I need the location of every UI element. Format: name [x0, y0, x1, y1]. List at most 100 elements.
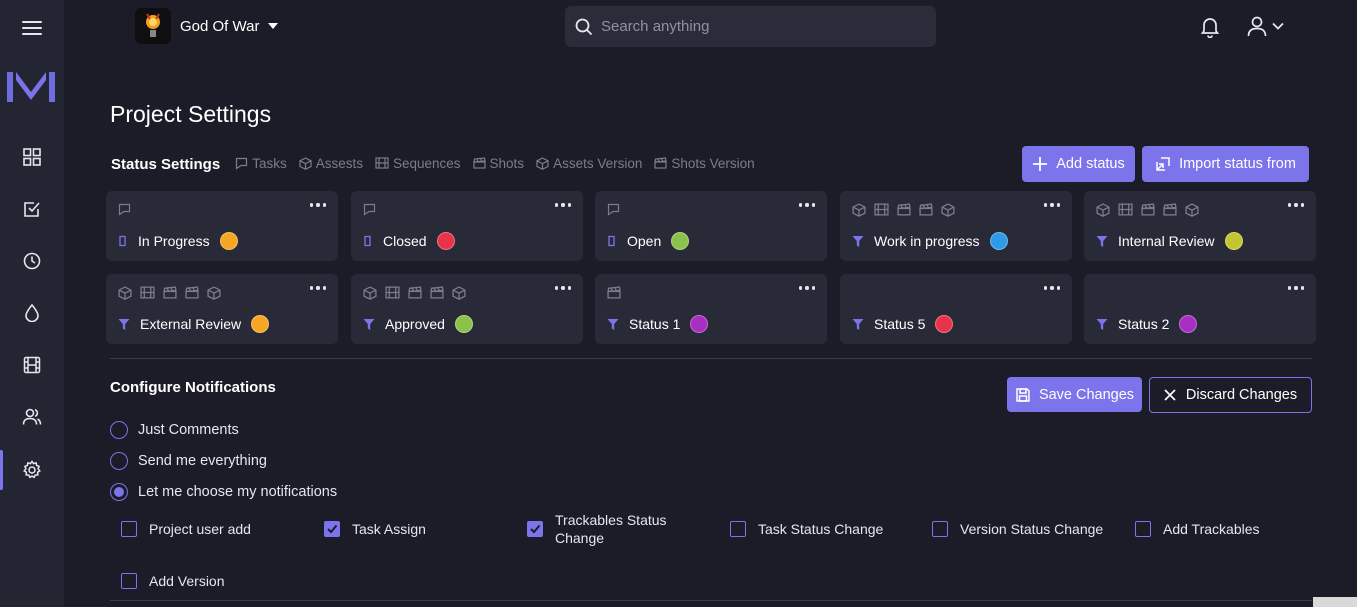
- add-status-label: Add status: [1056, 156, 1125, 172]
- tab-sequences[interactable]: Sequences: [375, 156, 461, 171]
- notification-checkbox-item[interactable]: Add Version: [121, 572, 225, 590]
- sequence-film-icon: [385, 286, 400, 299]
- status-settings-header: Status Settings Tasks Assests Sequences …: [111, 152, 767, 174]
- checkbox[interactable]: [324, 521, 340, 537]
- status-scope-icons: [118, 203, 131, 216]
- shot-clapper-icon: [1163, 203, 1177, 216]
- radio-label: Just Comments: [138, 422, 239, 438]
- radio-button[interactable]: [110, 421, 128, 439]
- more-options-icon[interactable]: [1288, 202, 1304, 208]
- more-options-icon[interactable]: [1044, 202, 1060, 208]
- project-switcher[interactable]: God Of War: [135, 8, 279, 44]
- tasks-checkbox-icon[interactable]: [0, 189, 64, 229]
- tab-assets[interactable]: Assests: [299, 156, 363, 171]
- more-options-icon[interactable]: [555, 202, 571, 208]
- asset-cube-icon: [363, 286, 377, 300]
- tab-assets-version[interactable]: Assets Version: [536, 156, 642, 171]
- more-options-icon[interactable]: [1044, 285, 1060, 291]
- search-icon: [575, 18, 593, 35]
- status-card[interactable]: Status 2: [1084, 274, 1316, 344]
- status-scope-icons: [607, 286, 621, 299]
- more-options-icon[interactable]: [799, 285, 815, 291]
- tab-shots-version[interactable]: Shots Version: [654, 155, 755, 171]
- checkbox[interactable]: [730, 521, 746, 537]
- status-row: External Review: [118, 315, 270, 333]
- dashboard-grid-icon[interactable]: [0, 137, 64, 177]
- app-logo[interactable]: [7, 70, 55, 104]
- discard-changes-button[interactable]: Discard Changes: [1149, 377, 1312, 413]
- tab-label: Assests: [315, 155, 363, 171]
- search-input[interactable]: [599, 17, 923, 36]
- user-menu[interactable]: [1246, 14, 1288, 38]
- filter-funnel-icon: [607, 318, 619, 330]
- checkbox[interactable]: [527, 521, 543, 537]
- shot-clapper-icon: [408, 286, 422, 299]
- settings-gear-icon[interactable]: [0, 450, 64, 490]
- notification-checkbox-item[interactable]: Version Status Change: [932, 520, 1103, 538]
- status-card[interactable]: Work in progress: [840, 191, 1072, 261]
- project-avatar: [135, 8, 171, 44]
- notifications-bell-icon[interactable]: [1198, 14, 1222, 39]
- checkbox[interactable]: [121, 573, 137, 589]
- save-changes-label: Save Changes: [1038, 386, 1135, 403]
- status-scope-icons: [1096, 203, 1199, 217]
- notification-checkbox-item[interactable]: Task Status Change: [730, 520, 883, 538]
- checkbox-label: Task Assign: [352, 521, 426, 537]
- notification-checkbox-item[interactable]: Add Trackables: [1135, 520, 1260, 538]
- status-row: In Progress: [118, 232, 238, 250]
- droplet-icon[interactable]: [0, 293, 64, 333]
- status-row: Closed: [363, 232, 455, 250]
- filter-funnel-icon: [1096, 318, 1108, 330]
- radio-choose-notifications[interactable]: Let me choose my notifications: [110, 482, 337, 502]
- radio-send-everything[interactable]: Send me everything: [110, 451, 267, 471]
- tab-label: Sequences: [392, 155, 461, 171]
- status-card[interactable]: External Review: [106, 274, 338, 344]
- users-icon[interactable]: [0, 397, 64, 437]
- notification-checkbox-item[interactable]: Trackables Status Change: [527, 511, 675, 547]
- project-name: God Of War: [180, 17, 260, 35]
- more-options-icon[interactable]: [310, 202, 326, 208]
- status-color-dot: [251, 315, 270, 333]
- radio-button[interactable]: [110, 452, 128, 470]
- status-label: External Review: [140, 316, 242, 332]
- status-card[interactable]: In Progress: [106, 191, 338, 261]
- more-options-icon[interactable]: [555, 285, 571, 291]
- status-label: Status 1: [629, 316, 681, 332]
- radio-just-comments[interactable]: Just Comments: [110, 420, 239, 440]
- checkbox-label: Add Version: [149, 573, 225, 589]
- status-card[interactable]: Closed: [351, 191, 583, 261]
- checkbox[interactable]: [1135, 521, 1151, 537]
- check-icon: [530, 524, 541, 534]
- film-icon[interactable]: [0, 345, 64, 385]
- status-card[interactable]: Approved: [351, 274, 583, 344]
- checkbox-label: Add Trackables: [1163, 521, 1260, 537]
- checkbox[interactable]: [932, 521, 948, 537]
- status-scope-icons: [607, 203, 620, 216]
- tab-label: Shots Version: [671, 155, 755, 171]
- more-options-icon[interactable]: [799, 202, 815, 208]
- add-status-button[interactable]: Add status: [1022, 146, 1135, 182]
- status-scope-icons: [852, 203, 955, 217]
- save-changes-button[interactable]: Save Changes: [1007, 377, 1142, 412]
- tab-tasks[interactable]: Tasks: [235, 156, 287, 171]
- plus-icon: [1033, 157, 1048, 171]
- radio-button[interactable]: [110, 483, 128, 501]
- notification-checkbox-item[interactable]: Task Assign: [324, 520, 426, 538]
- checkbox[interactable]: [121, 521, 137, 537]
- status-label: In Progress: [138, 233, 210, 249]
- hamburger-menu-icon[interactable]: [0, 8, 64, 48]
- status-card[interactable]: Internal Review: [1084, 191, 1316, 261]
- status-scope-icons: [363, 203, 376, 216]
- status-card[interactable]: Open: [595, 191, 827, 261]
- tab-shots[interactable]: Shots: [472, 156, 524, 171]
- status-card[interactable]: Status 5: [840, 274, 1072, 344]
- clock-icon[interactable]: [0, 241, 64, 281]
- more-options-icon[interactable]: [1288, 285, 1304, 291]
- import-status-button[interactable]: Import status from: [1142, 146, 1309, 182]
- status-row: Open: [607, 232, 690, 250]
- close-icon: [1164, 389, 1176, 401]
- status-card[interactable]: Status 1: [595, 274, 827, 344]
- notification-checkbox-item[interactable]: Project user add: [121, 520, 251, 538]
- status-color-dot: [1224, 232, 1243, 250]
- more-options-icon[interactable]: [310, 285, 326, 291]
